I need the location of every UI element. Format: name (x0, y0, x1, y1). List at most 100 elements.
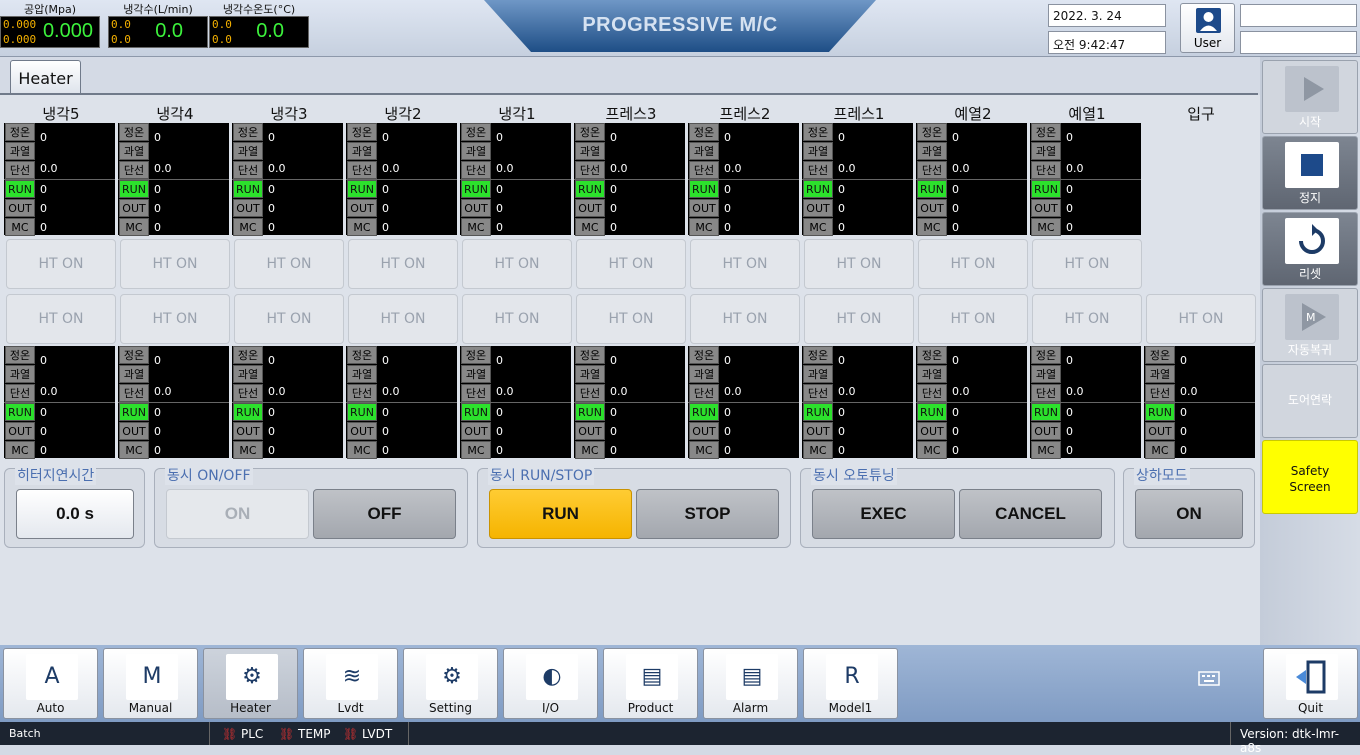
status-row: MC 0 (346, 441, 457, 460)
run-stop-group: 동시 RUN/STOP RUN STOP (477, 465, 791, 548)
gauge-value: 0.0 (155, 20, 183, 42)
status-row: 단선 0.0 (1030, 384, 1141, 403)
ht-on-button[interactable]: HT ON (6, 239, 116, 289)
status-tag: MC (461, 441, 491, 459)
ht-on-button[interactable]: HT ON (234, 239, 344, 289)
ht-on-button[interactable]: HT ON (918, 294, 1028, 344)
status-row: 과열 (916, 142, 1027, 161)
nav-model1-button[interactable]: R Model1 (803, 648, 898, 719)
status-row: 단선 0.0 (574, 161, 685, 180)
status-row: RUN 0 (688, 180, 799, 199)
nav-heater-button[interactable]: ⚙ Heater (203, 648, 298, 719)
ht-on-button[interactable]: HT ON (348, 294, 458, 344)
status-row: OUT 0 (688, 199, 799, 218)
nav-alarm-button[interactable]: ▤ Alarm (703, 648, 798, 719)
nav-io-button[interactable]: ◐ I/O (503, 648, 598, 719)
ht-on-button[interactable]: HT ON (804, 239, 914, 289)
on-button[interactable]: ON (166, 489, 309, 539)
status-value: 0 (382, 221, 389, 234)
nav-auto-button[interactable]: A Auto (3, 648, 98, 719)
status-value: 0 (724, 425, 731, 438)
status-value: 0 (610, 202, 617, 215)
ht-on-button[interactable]: HT ON (1032, 239, 1142, 289)
status-value: 0.0 (496, 162, 514, 175)
user-button[interactable]: User (1180, 3, 1235, 53)
status-row: 과열 (1144, 365, 1255, 384)
status-value: 0 (268, 202, 275, 215)
status-value: 0 (268, 406, 275, 419)
status-value: 0 (952, 444, 959, 457)
status-tag: MC (575, 218, 605, 236)
status-row: OUT 0 (346, 422, 457, 441)
status-row: OUT 0 (232, 199, 343, 218)
status-value: 0.0 (1066, 162, 1084, 175)
exec-button[interactable]: EXEC (812, 489, 955, 539)
ht-on-button[interactable]: HT ON (6, 294, 116, 344)
status-row: 단선 0.0 (688, 384, 799, 403)
status-tag: OUT (917, 422, 947, 440)
temp-status: TEMP (298, 727, 331, 741)
auto-return-button[interactable]: M 자동복귀 (1262, 288, 1358, 362)
divider (916, 179, 1027, 180)
ht-on-button[interactable]: HT ON (690, 294, 800, 344)
stop-side-button[interactable]: 정지 (1262, 136, 1358, 210)
heater-status-block: 정온 0 과열 단선 0.0 RUN 0 OUT 0 MC 0 (1030, 123, 1141, 236)
status-value: 0 (382, 406, 389, 419)
stop-button[interactable]: STOP (636, 489, 779, 539)
status-row: 단선 0.0 (1030, 161, 1141, 180)
heater-status-block: 정온 0 과열 단선 0.0 RUN 0 OUT 0 MC 0 (688, 346, 799, 459)
cancel-button[interactable]: CANCEL (959, 489, 1102, 539)
divider (1230, 722, 1231, 745)
nav-manual-button[interactable]: M Manual (103, 648, 198, 719)
ht-on-button[interactable]: HT ON (576, 239, 686, 289)
status-row: OUT 0 (460, 199, 571, 218)
status-tag: MC (347, 218, 377, 236)
updown-on-button[interactable]: ON (1135, 489, 1243, 539)
nav-lvdt-button[interactable]: ≋ Lvdt (303, 648, 398, 719)
stop-label: 정지 (1298, 191, 1322, 205)
heater-delay-button[interactable]: 0.0 s (16, 489, 134, 539)
coolant-temp-gauge: 냉각수온도(°C) 0.0 0.0 0.0 (209, 0, 309, 48)
off-button[interactable]: OFF (313, 489, 456, 539)
ht-on-button[interactable]: HT ON (348, 239, 458, 289)
nav-label: Auto (36, 701, 65, 715)
status-row: 단선 0.0 (802, 384, 913, 403)
run-button[interactable]: RUN (489, 489, 632, 539)
door-interlock-button[interactable]: 도어연락 (1262, 364, 1358, 438)
status-value: 0 (838, 202, 845, 215)
keyboard-icon[interactable] (1198, 671, 1222, 689)
ht-on-button[interactable]: HT ON (234, 294, 344, 344)
start-button[interactable]: 시작 (1262, 60, 1358, 134)
status-tag: MC (917, 441, 947, 459)
safety-screen-button[interactable]: Safety Screen (1262, 440, 1358, 514)
status-tag: 단선 (917, 161, 947, 179)
ht-on-button[interactable]: HT ON (690, 239, 800, 289)
ht-on-button[interactable]: HT ON (462, 239, 572, 289)
status-row: 과열 (802, 365, 913, 384)
heater-panel: 냉각5 냉각4 냉각3 냉각2 냉각1 프레스3 프레스2 프레스1 예열2 예열1 입구 정온 0 과… (0, 95, 1260, 645)
ht-on-button[interactable]: HT ON (576, 294, 686, 344)
ht-on-button[interactable]: HT ON (804, 294, 914, 344)
status-value: 0 (496, 444, 503, 457)
status-value: 0 (838, 425, 845, 438)
status-tag: 과열 (803, 142, 833, 160)
status-tag: MC (5, 441, 35, 459)
quit-button[interactable]: Quit (1263, 648, 1358, 719)
ht-on-button[interactable]: HT ON (1146, 294, 1256, 344)
ht-on-button[interactable]: HT ON (120, 294, 230, 344)
status-row: 정온 0 (688, 123, 799, 144)
ht-on-button[interactable]: HT ON (918, 239, 1028, 289)
status-row: 정온 0 (232, 346, 343, 367)
nav-icon: ▤ (726, 654, 778, 700)
nav-label: Heater (230, 701, 271, 715)
ht-on-button[interactable]: HT ON (1032, 294, 1142, 344)
ht-on-button[interactable]: HT ON (462, 294, 572, 344)
reset-button[interactable]: 리셋 (1262, 212, 1358, 286)
divider (460, 402, 571, 403)
nav-setting-button[interactable]: ⚙ Setting (403, 648, 498, 719)
tab-heater[interactable]: Heater (10, 60, 81, 93)
status-tag: MC (1031, 441, 1061, 459)
divider (916, 402, 1027, 403)
nav-product-button[interactable]: ▤ Product (603, 648, 698, 719)
ht-on-button[interactable]: HT ON (120, 239, 230, 289)
